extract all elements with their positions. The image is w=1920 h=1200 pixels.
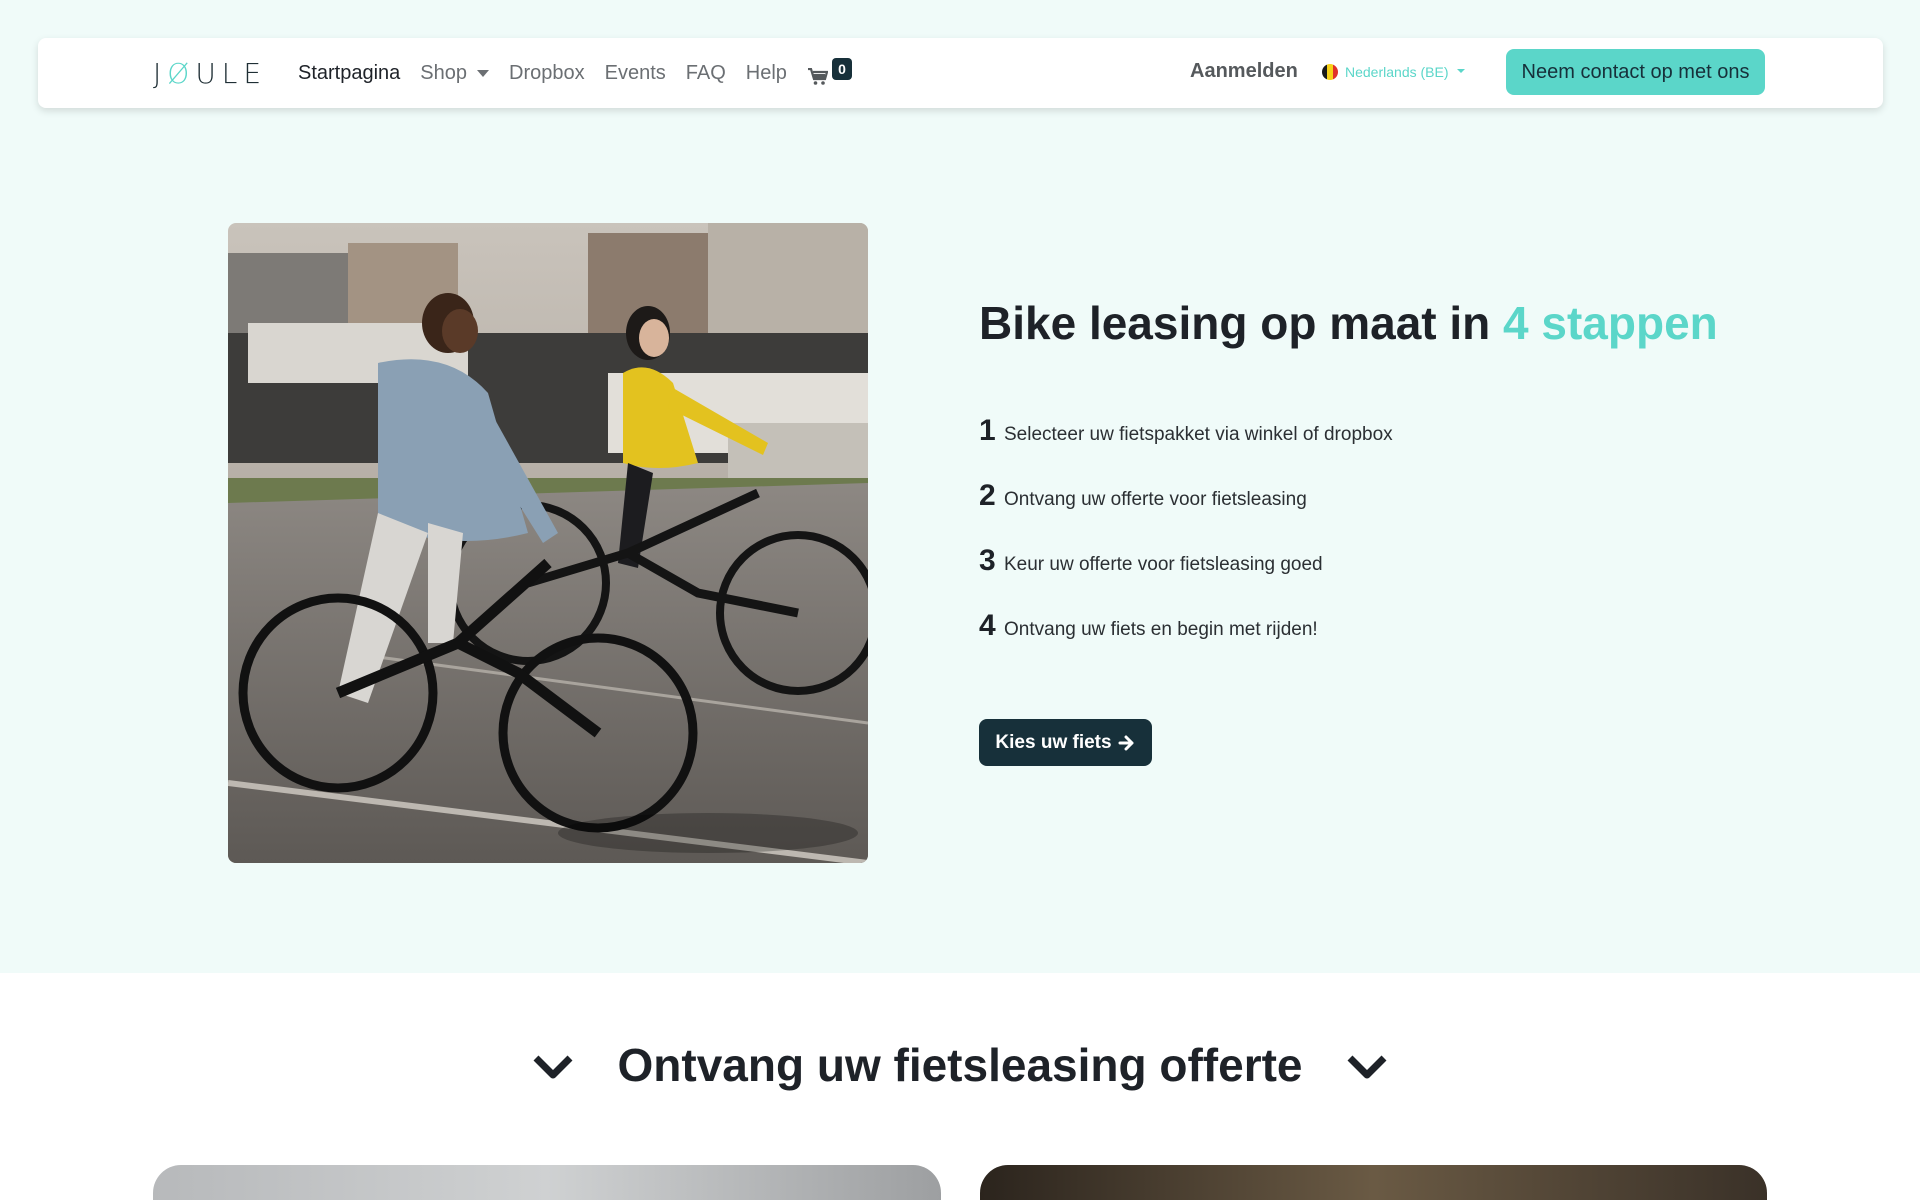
cart-button[interactable]: 0 — [808, 58, 856, 92]
step-text: Ontvang uw fiets en begin met rijden! — [1004, 619, 1318, 640]
choose-bike-button[interactable]: Kies uw fiets — [979, 719, 1152, 766]
step-text: Keur uw offerte voor fietsleasing goed — [1004, 554, 1323, 575]
step-number: 3 — [979, 544, 996, 577]
step-number: 2 — [979, 479, 996, 512]
nav-shop-dropdown[interactable]: Shop — [410, 62, 499, 85]
hero-cyclists-image — [228, 223, 868, 863]
language-selector[interactable]: Nederlands (BE) — [1322, 64, 1465, 80]
nav-links: Startpagina Shop Dropbox Events FAQ Help — [288, 38, 797, 108]
hero-title-accent: 4 stappen — [1503, 297, 1718, 349]
offer-card-image-right — [980, 1165, 1767, 1200]
hero-title: Bike leasing op maat in 4 stappen — [979, 297, 1718, 349]
nav-events[interactable]: Events — [595, 62, 676, 85]
nav-faq[interactable]: FAQ — [676, 62, 736, 85]
step-item: 1 Selecteer uw fietspakket via winkel of… — [979, 414, 1393, 479]
nav-dropbox[interactable]: Dropbox — [499, 62, 595, 85]
offer-title: Ontvang uw fietsleasing offerte — [617, 1039, 1303, 1091]
cart-count-badge: 0 — [832, 58, 852, 80]
step-text: Ontvang uw offerte voor fietsleasing — [1004, 489, 1307, 510]
step-item: 3 Keur uw offerte voor fietsleasing goed — [979, 544, 1393, 609]
step-text: Selecteer uw fietspakket via winkel of d… — [1004, 424, 1393, 445]
chevron-down-icon — [1347, 1055, 1387, 1079]
offer-card-image-left — [153, 1165, 941, 1200]
step-number: 1 — [979, 414, 996, 447]
chevron-down-icon — [1456, 69, 1465, 73]
chevron-down-icon — [477, 69, 490, 77]
language-label: Nederlands (BE) — [1345, 64, 1449, 80]
joule-logo[interactable]: J Ø ULE — [153, 60, 267, 88]
top-navbar: J Ø ULE Startpagina Shop Dropbox Events FA… — [38, 38, 1883, 108]
belgium-flag-icon — [1322, 64, 1338, 80]
step-item: 2 Ontvang uw offerte voor fietsleasing — [979, 479, 1393, 544]
step-item: 4 Ontvang uw fiets en begin met rijden! — [979, 609, 1393, 674]
nav-help[interactable]: Help — [736, 62, 797, 85]
arrow-right-icon — [1118, 735, 1134, 750]
login-link[interactable]: Aanmelden — [1190, 60, 1298, 83]
shopping-cart-icon — [808, 68, 828, 85]
steps-list: 1 Selecteer uw fietspakket via winkel of… — [979, 414, 1393, 674]
step-number: 4 — [979, 609, 996, 642]
nav-startpagina[interactable]: Startpagina — [288, 62, 410, 85]
contact-button[interactable]: Neem contact op met ons — [1506, 49, 1765, 95]
